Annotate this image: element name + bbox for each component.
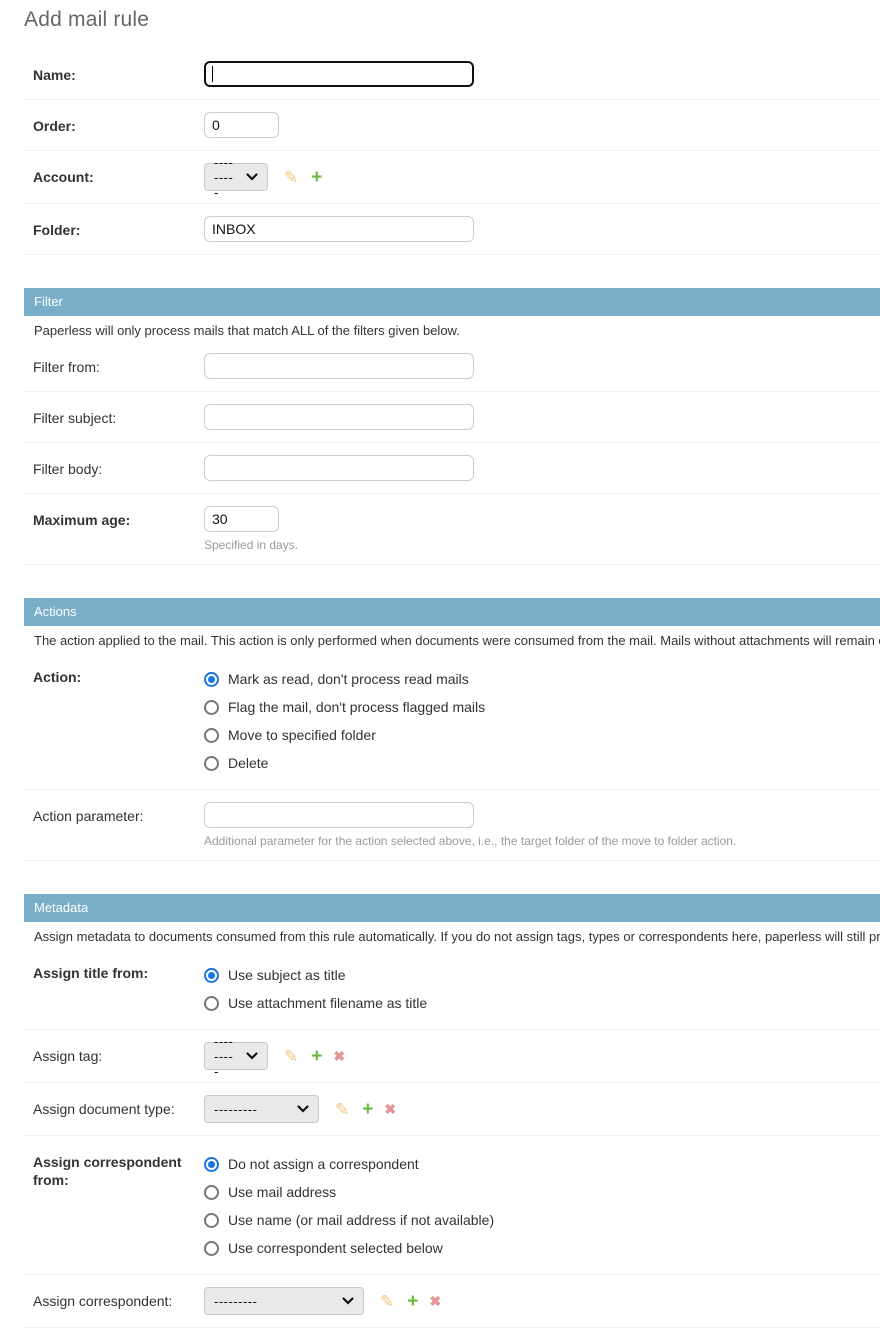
filter-from-label: Filter from: [33, 353, 204, 376]
add-account-icon[interactable]: + [311, 168, 322, 187]
radio-button-icon [204, 1241, 219, 1256]
module-filter: Filter Paperless will only process mails… [24, 288, 880, 565]
account-select-value: --------- [214, 155, 236, 200]
form-row-name: Name: [24, 49, 880, 100]
assign-title-from-label: Assign title from: [33, 959, 204, 982]
correspondent-option-name[interactable]: Use name (or mail address if not availab… [204, 1206, 494, 1234]
form-row-assign-correspondent: Assign correspondent: --------- ✎ + ✖ [24, 1275, 880, 1328]
action-option-move-folder[interactable]: Move to specified folder [204, 721, 485, 749]
filter-body-label: Filter body: [33, 455, 204, 478]
title-option-attachment-filename[interactable]: Use attachment filename as title [204, 989, 427, 1017]
account-label: Account: [33, 163, 204, 186]
form-row-order: Order: 0 [24, 100, 880, 151]
folder-label: Folder: [33, 216, 204, 239]
filter-body-input[interactable] [204, 455, 474, 481]
assign-tag-select-value: --------- [214, 1034, 236, 1079]
correspondent-option-mail-address[interactable]: Use mail address [204, 1178, 494, 1206]
chevron-down-icon [342, 1297, 354, 1305]
action-option-flag-mail[interactable]: Flag the mail, don't process flagged mai… [204, 693, 485, 721]
action-parameter-help: Additional parameter for the action sele… [204, 834, 736, 848]
correspondent-option-selected-below[interactable]: Use correspondent selected below [204, 1234, 494, 1262]
assign-correspondent-from-label: Assign correspondent from: [33, 1148, 204, 1189]
content-area: Add mail rule Name: Order: 0 Account: --… [0, 0, 880, 1328]
radio-button-icon [204, 700, 219, 715]
assign-correspondent-from-radio-group: Do not assign a correspondent Use mail a… [204, 1148, 494, 1262]
module-metadata: Metadata Assign metadata to documents co… [24, 894, 880, 1328]
form-row-filter-subject: Filter subject: [24, 392, 880, 443]
name-input[interactable] [204, 61, 474, 87]
action-parameter-input[interactable] [204, 802, 474, 828]
form-row-folder: Folder: INBOX [24, 204, 880, 255]
form-row-filter-from: Filter from: [24, 341, 880, 392]
assign-tag-select[interactable]: --------- [204, 1042, 268, 1070]
add-tag-icon[interactable]: + [311, 1047, 322, 1066]
folder-input[interactable]: INBOX [204, 216, 474, 242]
form-row-assign-title-from: Assign title from: Use subject as title … [24, 947, 880, 1030]
chevron-down-icon [246, 1052, 258, 1060]
maximum-age-help: Specified in days. [204, 538, 298, 552]
delete-correspondent-icon[interactable]: ✖ [429, 1294, 441, 1308]
delete-document-type-icon[interactable]: ✖ [384, 1102, 396, 1116]
assign-correspondent-label: Assign correspondent: [33, 1287, 204, 1310]
filter-from-input[interactable] [204, 353, 474, 379]
delete-tag-icon[interactable]: ✖ [333, 1049, 345, 1063]
chevron-down-icon [246, 173, 258, 181]
radio-button-icon [204, 1157, 219, 1172]
action-parameter-label: Action parameter: [33, 802, 204, 825]
actions-description: The action applied to the mail. This act… [24, 626, 880, 651]
form-row-assign-tag: Assign tag: --------- ✎ + ✖ [24, 1030, 880, 1083]
maximum-age-label: Maximum age: [33, 506, 204, 529]
module-basic: Name: Order: 0 Account: --------- ✎ + [24, 49, 880, 255]
edit-account-icon[interactable]: ✎ [284, 169, 298, 186]
form-row-assign-document-type: Assign document type: --------- ✎ + ✖ [24, 1083, 880, 1136]
form-row-action-parameter: Action parameter: Additional parameter f… [24, 790, 880, 861]
maximum-age-input[interactable]: 30 [204, 506, 279, 532]
filter-description: Paperless will only process mails that m… [24, 316, 880, 341]
radio-button-icon [204, 756, 219, 771]
edit-document-type-icon[interactable]: ✎ [335, 1101, 349, 1118]
metadata-description: Assign metadata to documents consumed fr… [24, 922, 880, 947]
form-row-maximum-age: Maximum age: 30 Specified in days. [24, 494, 880, 565]
title-option-subject[interactable]: Use subject as title [204, 961, 427, 989]
assign-correspondent-select[interactable]: --------- [204, 1287, 364, 1315]
radio-button-icon [204, 1185, 219, 1200]
action-option-delete[interactable]: Delete [204, 749, 485, 777]
add-document-type-icon[interactable]: + [362, 1100, 373, 1119]
account-select[interactable]: --------- [204, 163, 268, 191]
correspondent-option-none[interactable]: Do not assign a correspondent [204, 1150, 494, 1178]
radio-button-icon [204, 996, 219, 1011]
order-label: Order: [33, 112, 204, 135]
assign-document-type-label: Assign document type: [33, 1095, 204, 1118]
page-title: Add mail rule [24, 8, 880, 32]
add-correspondent-icon[interactable]: + [407, 1292, 418, 1311]
radio-button-icon [204, 968, 219, 983]
form-row-account: Account: --------- ✎ + [24, 151, 880, 204]
name-label: Name: [33, 61, 204, 84]
radio-button-icon [204, 672, 219, 687]
actions-section-header: Actions [24, 598, 880, 626]
radio-button-icon [204, 1213, 219, 1228]
text-cursor [212, 66, 213, 82]
form-row-filter-body: Filter body: [24, 443, 880, 494]
filter-subject-input[interactable] [204, 404, 474, 430]
action-option-mark-as-read[interactable]: Mark as read, don't process read mails [204, 665, 485, 693]
edit-correspondent-icon[interactable]: ✎ [380, 1293, 394, 1310]
form-row-action: Action: Mark as read, don't process read… [24, 651, 880, 790]
chevron-down-icon [297, 1105, 309, 1113]
action-radio-group: Mark as read, don't process read mails F… [204, 663, 485, 777]
action-label: Action: [33, 663, 204, 686]
assign-document-type-select[interactable]: --------- [204, 1095, 319, 1123]
filter-subject-label: Filter subject: [33, 404, 204, 427]
assign-document-type-select-value: --------- [214, 1102, 257, 1117]
radio-button-icon [204, 728, 219, 743]
assign-tag-label: Assign tag: [33, 1042, 204, 1065]
module-actions: Actions The action applied to the mail. … [24, 598, 880, 861]
metadata-section-header: Metadata [24, 894, 880, 922]
edit-tag-icon[interactable]: ✎ [284, 1048, 298, 1065]
form-row-assign-correspondent-from: Assign correspondent from: Do not assign… [24, 1136, 880, 1275]
filter-section-header: Filter [24, 288, 880, 316]
order-input[interactable]: 0 [204, 112, 279, 138]
assign-title-from-radio-group: Use subject as title Use attachment file… [204, 959, 427, 1017]
